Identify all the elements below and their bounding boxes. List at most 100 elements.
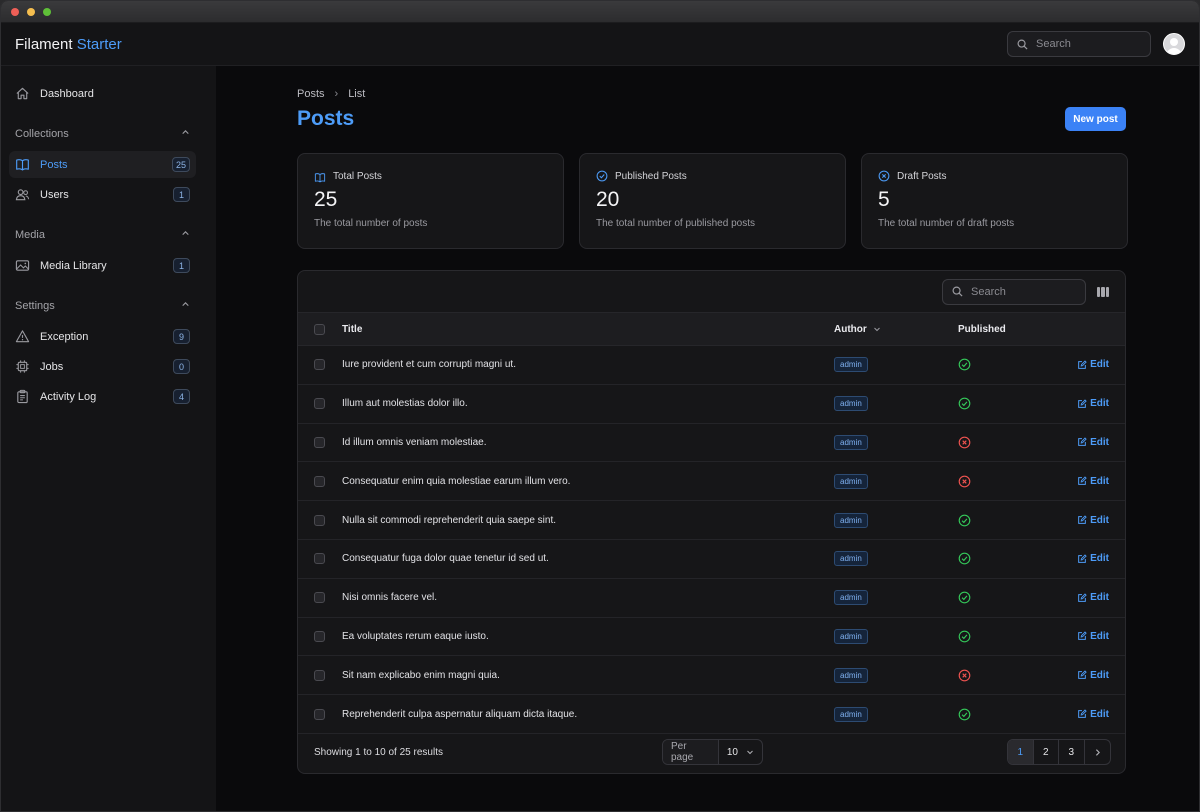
edit-button[interactable]: Edit bbox=[1077, 476, 1109, 487]
author-badge: admin bbox=[834, 396, 868, 412]
sidebar-item-dashboard[interactable]: Dashboard bbox=[9, 80, 196, 107]
edit-button[interactable]: Edit bbox=[1077, 553, 1109, 564]
edit-button[interactable]: Edit bbox=[1077, 631, 1109, 642]
stat-card-published-posts: Published Posts 20 The total number of pub… bbox=[579, 153, 846, 249]
edit-button[interactable]: Edit bbox=[1077, 709, 1109, 720]
table-row[interactable]: Illum aut molestias dolor illo. admin Edit bbox=[298, 385, 1125, 424]
per-page-select[interactable]: Per page 10 bbox=[662, 739, 763, 765]
page-button-2[interactable]: 2 bbox=[1034, 740, 1059, 764]
select-all-checkbox[interactable] bbox=[314, 323, 325, 335]
row-checkbox[interactable] bbox=[314, 592, 325, 604]
edit-label: Edit bbox=[1090, 708, 1109, 720]
pencil-square-icon bbox=[1077, 593, 1087, 603]
brand-accent: Starter bbox=[76, 35, 122, 53]
sidebar-item-count: 1 bbox=[173, 258, 190, 273]
sidebar-item-label: Jobs bbox=[40, 360, 64, 373]
table-row[interactable]: Consequatur fuga dolor quae tenetur id s… bbox=[298, 540, 1125, 579]
row-checkbox[interactable] bbox=[314, 436, 325, 448]
table-row[interactable]: Nulla sit commodi reprehenderit quia sae… bbox=[298, 501, 1125, 540]
sidebar-item-activity-log[interactable]: Activity Log 4 bbox=[9, 383, 196, 410]
row-checkbox[interactable] bbox=[314, 398, 325, 410]
sidebar-item-users[interactable]: Users 1 bbox=[9, 181, 196, 208]
sidebar-item-label: Users bbox=[40, 188, 69, 201]
sidebar-item-jobs[interactable]: Jobs 0 bbox=[9, 353, 196, 380]
author-badge: admin bbox=[834, 357, 868, 373]
row-checkbox[interactable] bbox=[314, 475, 325, 487]
pencil-square-icon bbox=[1077, 670, 1087, 680]
sidebar-item-label: Media Library bbox=[40, 259, 107, 272]
sidebar-item-posts[interactable]: Posts 25 bbox=[9, 151, 196, 178]
table-search-input[interactable]: Search bbox=[942, 278, 1086, 305]
pencil-square-icon bbox=[1077, 631, 1087, 641]
table-row[interactable]: Id illum omnis veniam molestiae. admin Edi… bbox=[298, 424, 1125, 463]
column-author[interactable]: Author bbox=[834, 324, 958, 335]
pencil-square-icon bbox=[1077, 437, 1087, 447]
page-button-1[interactable]: 1 bbox=[1008, 740, 1034, 764]
window-zoom-button[interactable] bbox=[43, 7, 51, 16]
window-minimize-button[interactable] bbox=[27, 7, 35, 16]
table-row[interactable]: Iure provident et cum corrupti magni ut.… bbox=[298, 346, 1125, 385]
sidebar-group-settings[interactable]: Settings bbox=[9, 295, 196, 317]
stat-description: The total number of posts bbox=[314, 218, 428, 229]
post-published-cell bbox=[958, 591, 1068, 604]
row-checkbox[interactable] bbox=[314, 708, 325, 720]
table-header: Title Author Published bbox=[298, 312, 1125, 346]
brand-logo[interactable]: Filament Starter bbox=[15, 36, 122, 53]
stat-description: The total number of draft posts bbox=[878, 218, 1015, 229]
search-icon bbox=[952, 286, 963, 297]
posts-table: Search Title Author Published Iure provi… bbox=[297, 270, 1126, 774]
edit-button[interactable]: Edit bbox=[1077, 592, 1109, 603]
chevron-down-icon bbox=[873, 327, 880, 332]
post-title: Iure provident et cum corrupti magni ut. bbox=[342, 359, 516, 371]
pencil-square-icon bbox=[1077, 709, 1087, 719]
sidebar-item-media-library[interactable]: Media Library 1 bbox=[9, 252, 196, 279]
post-author-cell: admin bbox=[834, 512, 958, 528]
post-published-cell bbox=[958, 630, 1068, 643]
stats-overview: Total Posts 25 The total number of posts Pu… bbox=[297, 153, 1128, 249]
table-row[interactable]: Ea voluptates rerum eaque iusto. admin Edi… bbox=[298, 618, 1125, 657]
post-title: Consequatur fuga dolor quae tenetur id s… bbox=[342, 553, 549, 565]
sidebar-group-collections[interactable]: Collections bbox=[9, 123, 196, 145]
breadcrumb: Posts › List bbox=[297, 88, 365, 100]
book-open-icon bbox=[15, 157, 31, 173]
row-checkbox[interactable] bbox=[314, 553, 325, 565]
post-author-cell: admin bbox=[834, 396, 958, 412]
page-button-3[interactable]: 3 bbox=[1059, 740, 1085, 764]
row-checkbox[interactable] bbox=[314, 630, 325, 642]
edit-label: Edit bbox=[1090, 669, 1109, 681]
edit-button[interactable]: Edit bbox=[1077, 359, 1109, 370]
breadcrumb-posts[interactable]: Posts bbox=[297, 88, 325, 100]
table-row[interactable]: Sit nam explicabo enim magni quia. admin E… bbox=[298, 656, 1125, 696]
check-circle-icon bbox=[958, 358, 971, 371]
check-circle-icon bbox=[958, 514, 971, 527]
stat-value: 5 bbox=[878, 188, 890, 211]
global-search-placeholder: Search bbox=[1036, 38, 1071, 50]
row-checkbox[interactable] bbox=[314, 514, 325, 526]
post-title: Sit nam explicabo enim magni quia. bbox=[342, 669, 500, 681]
chevron-right-icon[interactable] bbox=[1085, 740, 1111, 764]
check-circle-icon bbox=[958, 591, 971, 604]
edit-label: Edit bbox=[1090, 553, 1109, 565]
sidebar-group-media[interactable]: Media bbox=[9, 224, 196, 246]
window-titlebar bbox=[1, 1, 1199, 23]
photo-icon bbox=[15, 258, 31, 274]
table-search-placeholder: Search bbox=[971, 285, 1006, 298]
edit-button[interactable]: Edit bbox=[1077, 670, 1109, 681]
window-close-button[interactable] bbox=[11, 7, 19, 16]
edit-button[interactable]: Edit bbox=[1077, 515, 1109, 526]
table-row[interactable]: Nisi omnis facere vel. admin Edit bbox=[298, 579, 1125, 618]
edit-button[interactable]: Edit bbox=[1077, 437, 1109, 448]
row-checkbox[interactable] bbox=[314, 669, 325, 681]
new-post-button[interactable]: New post bbox=[1065, 107, 1126, 131]
user-avatar[interactable] bbox=[1163, 33, 1185, 55]
table-row[interactable]: Consequatur enim quia molestiae earum il… bbox=[298, 462, 1125, 502]
table-row[interactable]: Reprehenderit culpa aspernatur aliquam d… bbox=[298, 695, 1125, 734]
table-body: Iure provident et cum corrupti magni ut.… bbox=[298, 346, 1125, 734]
chevron-up-icon bbox=[181, 300, 190, 312]
global-search-input[interactable]: Search bbox=[1007, 31, 1151, 57]
chevron-up-icon bbox=[181, 229, 190, 241]
row-checkbox[interactable] bbox=[314, 359, 325, 371]
columns-icon[interactable] bbox=[1097, 286, 1109, 297]
sidebar-item-exception[interactable]: Exception 9 bbox=[9, 323, 196, 350]
edit-button[interactable]: Edit bbox=[1077, 398, 1109, 409]
